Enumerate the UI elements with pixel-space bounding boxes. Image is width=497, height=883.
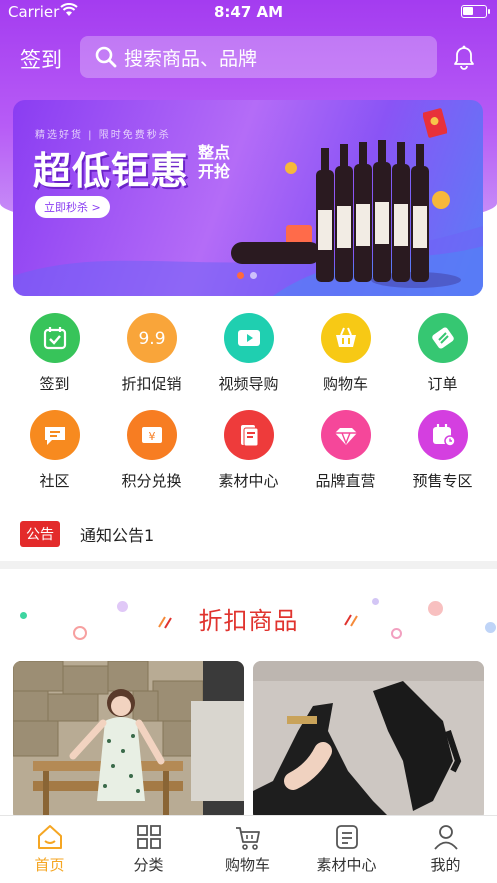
cart-icon <box>235 827 260 850</box>
tab-home[interactable]: 首页 <box>0 822 99 875</box>
svg-text:9.9: 9.9 <box>138 329 165 349</box>
grid-item-label: 社区 <box>39 472 70 490</box>
tab-category[interactable]: 分类 <box>99 822 198 875</box>
grid-item-label: 素材中心 <box>218 472 279 490</box>
product-image-shoes <box>253 661 484 821</box>
product-card[interactable] <box>13 661 244 821</box>
search-input[interactable]: 搜索商品、品牌 <box>80 36 437 78</box>
announcement-bar[interactable]: 公告 通知公告1 <box>20 519 154 549</box>
banner-tagline: 精选好货 | 限时免费秒杀 <box>35 130 171 141</box>
banner-dot-active[interactable] <box>237 272 244 279</box>
grid-item-cart[interactable]: 购物车 <box>297 313 394 393</box>
search-placeholder: 搜索商品、品牌 <box>124 47 258 70</box>
tab-material[interactable]: 素材中心 <box>297 822 396 875</box>
status-bar: Carrier 8:47 AM <box>0 0 497 26</box>
grid-item-community[interactable]: 社区 <box>6 410 103 490</box>
grid-item-presale[interactable]: 预售专区 <box>394 410 491 490</box>
announcement-text[interactable]: 通知公告1 <box>80 522 154 546</box>
material-doc-icon <box>335 825 358 849</box>
banner-pagination <box>237 272 257 279</box>
grid-item-label: 预售专区 <box>412 472 473 490</box>
tab-cart[interactable]: 购物车 <box>198 822 297 875</box>
grid-item-label: 购物车 <box>322 375 368 393</box>
clock: 8:47 AM <box>213 3 284 21</box>
tab-label: 首页 <box>34 856 65 874</box>
grid-item-label: 折扣促销 <box>121 375 182 393</box>
grid-item-label: 视频导购 <box>218 375 279 393</box>
tab-profile[interactable]: 我的 <box>396 822 495 875</box>
calendar-check-icon <box>29 313 80 363</box>
tab-label: 素材中心 <box>316 856 377 874</box>
section-title: 折扣商品 <box>198 607 299 635</box>
section-divider <box>0 561 497 569</box>
product-card[interactable] <box>253 661 484 821</box>
grid-item-label: 订单 <box>427 375 458 393</box>
profile-icon <box>433 825 458 850</box>
banner-dot[interactable] <box>250 272 257 279</box>
points-exchange-icon: ¥ <box>126 410 177 460</box>
home-icon <box>37 825 62 849</box>
presale-calendar-icon <box>417 410 468 460</box>
chat-bubble-icon <box>29 410 80 460</box>
grid-item-points[interactable]: ¥ 积分兑换 <box>103 410 200 490</box>
grid-item-label: 积分兑换 <box>121 472 182 490</box>
search-icon <box>95 46 117 68</box>
banner-cta-button[interactable]: 立即秒杀 > <box>35 196 110 218</box>
battery-icon <box>461 5 490 18</box>
tab-label: 购物车 <box>224 856 270 874</box>
grid-item-video[interactable]: 视频导购 <box>200 313 297 393</box>
signin-link[interactable]: 签到 <box>20 44 62 74</box>
tab-label: 我的 <box>430 856 461 874</box>
grid-item-brand[interactable]: 品牌直营 <box>297 410 394 490</box>
grid-item-label: 品牌直营 <box>315 472 376 490</box>
grid-item-label: 签到 <box>39 375 70 393</box>
basket-icon <box>320 313 371 363</box>
diamond-icon <box>320 410 371 460</box>
grid-item-material[interactable]: 素材中心 <box>200 410 297 490</box>
svg-text:¥: ¥ <box>148 430 155 443</box>
bottom-tab-bar: 首页 分类 购物车 素材中心 我的 <box>0 815 497 883</box>
notification-bell-icon[interactable] <box>449 42 479 72</box>
tab-label: 分类 <box>133 856 164 874</box>
ticket-icon <box>417 313 468 363</box>
product-image-dress <box>13 661 244 821</box>
material-doc-icon <box>223 410 274 460</box>
announcement-badge: 公告 <box>20 521 60 547</box>
category-grid-icon <box>136 825 161 849</box>
grid-item-orders[interactable]: 订单 <box>394 313 491 393</box>
banner-title: 超低钜惠 <box>33 149 190 193</box>
wine-bottles-image <box>231 140 461 288</box>
grid-item-discount[interactable]: 9.9 折扣促销 <box>103 313 200 393</box>
video-play-icon <box>223 313 274 363</box>
discount-99-icon: 9.9 <box>126 313 177 363</box>
promo-banner[interactable]: 精选好货 | 限时免费秒杀 超低钜惠 整点开抢 立即秒杀 > <box>13 100 483 296</box>
grid-item-signin[interactable]: 签到 <box>6 313 103 393</box>
